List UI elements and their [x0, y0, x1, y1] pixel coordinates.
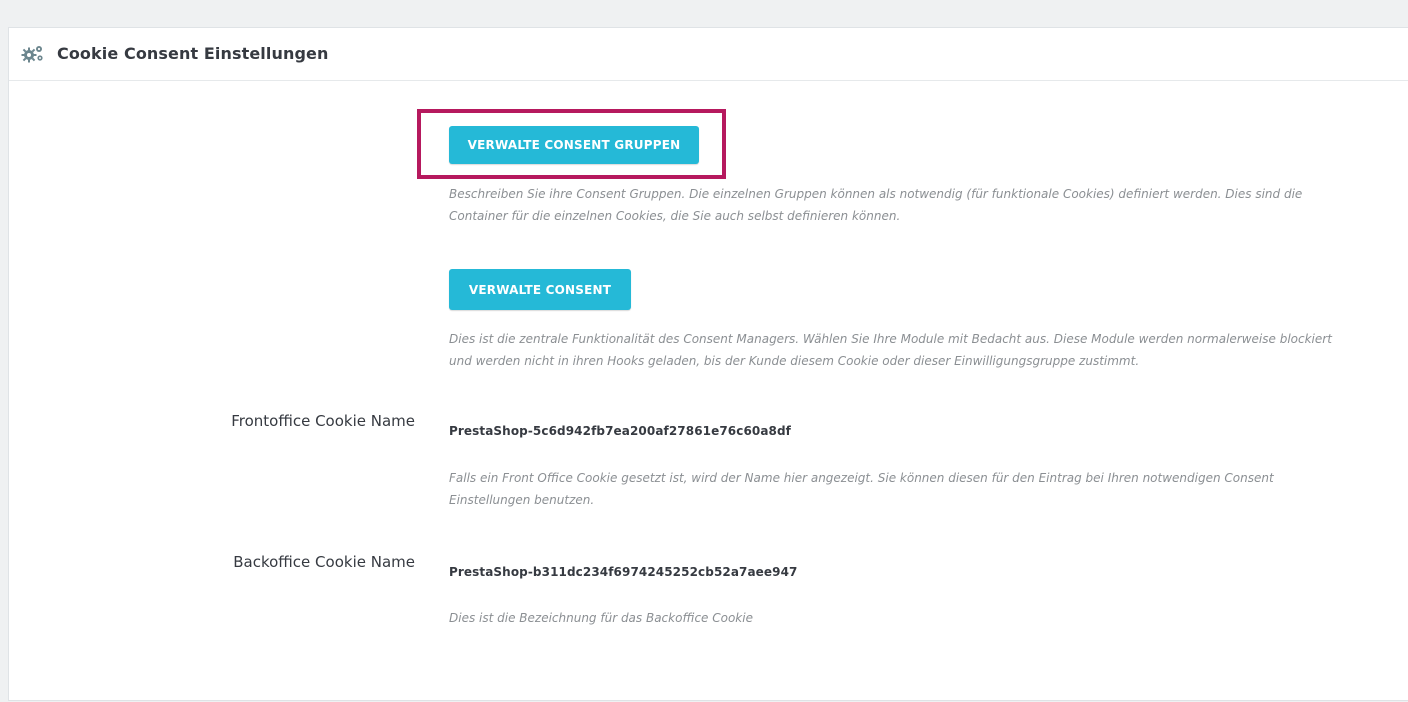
manage-consent-groups-button[interactable]: VERWALTE CONSENT GRUPPEN	[449, 126, 699, 164]
backoffice-help-text: Dies ist die Bezeichnung für das Backoff…	[449, 611, 753, 625]
consent-groups-help-text: Beschreiben Sie ihre Consent Gruppen. Di…	[449, 187, 1303, 223]
panel-heading: Cookie Consent Einstellungen	[9, 28, 1408, 81]
consent-help-text: Dies ist die zentrale Funktionalität des…	[449, 332, 1332, 368]
backoffice-cookie-value: PrestaShop-b311dc234f6974245252cb52a7aee…	[449, 565, 798, 579]
frontoffice-cookie-value: PrestaShop-5c6d942fb7ea200af27861e76c60a…	[449, 424, 791, 438]
panel-title: Cookie Consent Einstellungen	[57, 44, 329, 63]
frontoffice-help-text: Falls ein Front Office Cookie gesetzt is…	[449, 471, 1274, 507]
backoffice-cookie-label: Backoffice Cookie Name	[233, 553, 415, 571]
cogs-icon	[21, 44, 45, 64]
frontoffice-cookie-label: Frontoffice Cookie Name	[231, 412, 415, 430]
cookie-consent-panel: Cookie Consent Einstellungen VERWALTE CO…	[8, 27, 1408, 701]
manage-consent-button[interactable]: VERWALTE CONSENT	[449, 269, 631, 310]
